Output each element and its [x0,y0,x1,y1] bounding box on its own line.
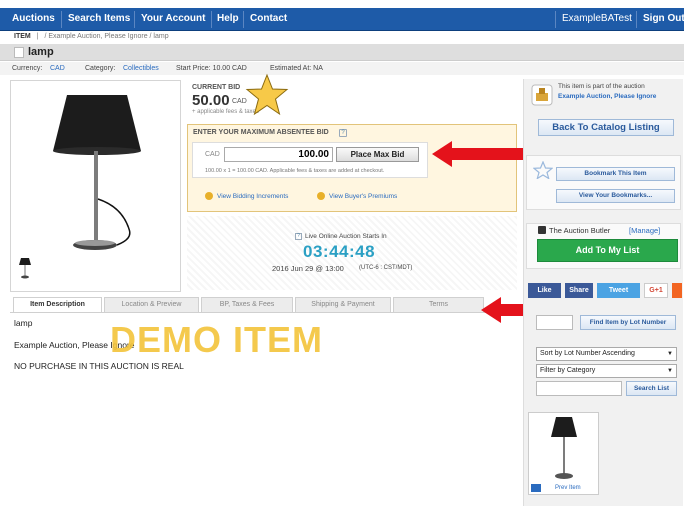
bidding-increments-link[interactable]: View Bidding Increments [217,193,288,200]
start-price: Start Price: 10.00 CAD [176,65,247,72]
bid-input-prefix: CAD [205,151,220,158]
item-title-bar: lamp [0,44,684,61]
category-label: Category: [85,65,116,72]
butler-icon [538,226,546,234]
gavel-icon [531,84,553,106]
nav-divider [636,11,637,28]
prev-icon [531,484,541,492]
auction-part-of-label: This item is part of the auction [558,83,645,90]
back-to-catalog-button[interactable]: Back To Catalog Listing [538,119,674,136]
tab-divider [10,312,516,313]
nav-sign-out[interactable]: Sign Out [643,13,684,24]
nav-divider [134,11,135,28]
live-auction-countdown: ? Live Online Auction Starts In 03:44:48… [187,216,517,290]
right-sidebar: This item is part of the auction Example… [523,79,683,506]
buyers-premiums-link[interactable]: View Buyer's Premiums [329,193,397,200]
twitter-tweet-button[interactable]: Tweet [597,283,640,298]
butler-title: The Auction Butler [549,226,611,235]
tab-bp-taxes-fees[interactable]: BP, Taxes & Fees [201,297,293,312]
view-bookmarks-button[interactable]: View Your Bookmarks... [556,189,675,203]
currency-label: Currency: [12,65,43,72]
bookmark-item-button[interactable]: Bookmark This Item [556,167,675,181]
help-icon[interactable]: ? [339,129,347,137]
top-nav-bar: Auctions Search Items Your Account Help … [0,8,684,31]
filter-select[interactable]: Filter by Category ▼ [536,364,677,378]
nav-auctions[interactable]: Auctions [12,13,55,24]
chevron-down-icon: ▼ [667,368,673,374]
tab-item-description[interactable]: Item Description [13,297,102,312]
auction-butler-box: The Auction Butler [Manage] Add To My Li… [526,223,681,269]
help-icon[interactable]: ? [295,233,302,240]
prev-item-card[interactable]: Prev Item [528,412,599,495]
nav-divider [61,11,62,28]
auction-name-link[interactable]: Example Auction, Please Ignore [558,93,656,100]
place-max-bid-button[interactable]: Place Max Bid [336,147,419,162]
lamp-thumbnail[interactable] [18,257,32,279]
chevron-down-icon: ▼ [667,351,673,357]
facebook-share-button[interactable]: Share [565,283,593,298]
google-plus-button[interactable]: G+1 [644,283,668,298]
sort-select[interactable]: Sort by Lot Number Ascending ▼ [536,347,677,361]
lamp-photo[interactable] [37,89,157,254]
tab-location-preview[interactable]: Location & Preview [104,297,199,312]
nav-your-account[interactable]: Your Account [141,13,205,24]
star-annotation-icon [245,73,289,116]
breadcrumb-separator: | [36,33,39,40]
category-link[interactable]: Collectibles [123,65,159,72]
nav-help[interactable]: Help [217,13,239,24]
prev-item-link[interactable]: Prev Item [555,485,581,491]
increments-icon [205,192,213,200]
absentee-bid-box: ENTER YOUR MAXIMUM ABSENTEE BID ? CAD Pl… [187,124,517,212]
tab-shipping-payment[interactable]: Shipping & Payment [295,297,391,312]
current-bid-label: CURRENT BID [192,84,241,91]
tab-terms[interactable]: Terms [393,297,484,312]
add-to-my-list-button[interactable]: Add To My List [537,239,678,262]
facebook-like-button[interactable]: Like [528,283,561,298]
addthis-icon[interactable] [672,283,682,298]
nav-divider [243,11,244,28]
page-title: lamp [28,46,54,58]
prev-item-thumbnail[interactable] [547,415,581,481]
breadcrumb-path[interactable]: / Example Auction, Please Ignore / lamp [44,33,168,40]
bookmark-star-icon[interactable] [533,161,553,179]
premiums-icon [317,192,325,200]
nav-contact[interactable]: Contact [250,13,287,24]
bid-calc-note: 100.00 x 1 = 100.00 CAD. Applicable fees… [205,168,385,174]
nav-divider [211,11,212,28]
current-bid-amount: 50.00 [192,92,230,109]
max-bid-input[interactable] [224,147,333,162]
image-panel [10,80,181,292]
find-lot-button[interactable]: Find Item by Lot Number [580,315,676,330]
search-list-input[interactable] [536,381,622,396]
estimated-at: Estimated At: NA [270,65,323,72]
live-auction-label: Live Online Auction Starts In [305,233,387,240]
description-line: lamp [14,318,33,328]
lot-number-input[interactable] [536,315,573,330]
sort-select-value: Sort by Lot Number Ascending [540,350,635,357]
nav-search-items[interactable]: Search Items [68,13,130,24]
absentee-bid-label: ENTER YOUR MAXIMUM ABSENTEE BID [193,129,329,136]
search-list-button[interactable]: Search List [626,381,677,396]
auction-timezone: (UTC-6 : CST/MDT) [359,265,413,271]
demo-watermark: DEMO ITEM [110,319,323,360]
item-meta-bar: Currency: CAD Category: Collectibles Sta… [0,62,684,75]
breadcrumb: ITEM | / Example Auction, Please Ignore … [0,32,684,44]
auction-date: 2016 Jun 29 @ 13:00 [272,264,344,273]
nav-divider [555,11,556,28]
bookmark-box: Bookmark This Item View Your Bookmarks..… [526,155,681,210]
current-bid-section: CURRENT BID 50.00 CAD + applicable fees … [186,80,516,122]
butler-manage-link[interactable]: [Manage] [629,226,660,235]
description-line: NO PURCHASE IN THIS AUCTION IS REAL [14,361,184,371]
nav-username[interactable]: ExampleBATest [562,13,632,24]
filter-select-value: Filter by Category [540,367,596,374]
item-thumb-icon [14,47,24,58]
countdown-timer: 03:44:48 [303,242,376,261]
bid-input-row: CAD Place Max Bid 100.00 x 1 = 100.00 CA… [192,142,428,178]
breadcrumb-item-label: ITEM [14,33,31,40]
currency-link[interactable]: CAD [50,65,65,72]
